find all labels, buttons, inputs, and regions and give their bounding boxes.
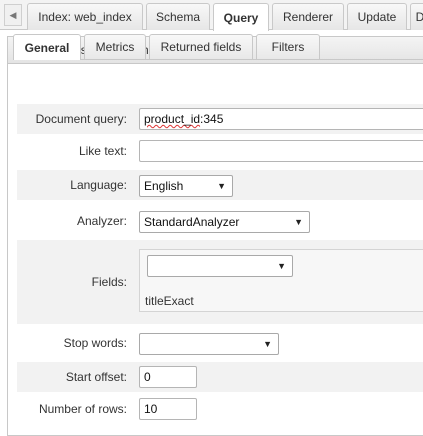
tab-query[interactable]: Query xyxy=(213,3,269,31)
language-value: English xyxy=(144,179,184,193)
tab-truncated[interactable]: D xyxy=(410,3,423,30)
language-row: Language: English ▼ xyxy=(17,170,423,200)
start-offset-row: Start offset: 0 xyxy=(17,362,423,392)
chevron-down-icon: ▼ xyxy=(277,261,286,271)
fields-label: Fields: xyxy=(91,275,127,289)
tab-filters[interactable]: Filters xyxy=(256,34,320,59)
tab-general[interactable]: General xyxy=(13,34,81,60)
number-of-rows-row: Number of rows: 10 xyxy=(17,394,423,424)
stop-words-label: Stop words: xyxy=(63,336,127,350)
number-of-rows-label: Number of rows: xyxy=(38,402,127,416)
document-query-value-underlined: product_id xyxy=(144,112,201,126)
like-text-label: Like text: xyxy=(78,144,127,158)
like-text-row: Like text: xyxy=(17,136,423,166)
chevron-down-icon: ▼ xyxy=(217,181,226,191)
document-query-label: Document query: xyxy=(35,112,127,126)
stop-words-select[interactable]: ▼ xyxy=(139,333,279,355)
stop-words-row: Stop words: ▼ xyxy=(17,328,423,358)
tab-update[interactable]: Update xyxy=(347,3,407,30)
like-text-input[interactable] xyxy=(139,140,423,162)
document-query-row: Document query: product_id:345 xyxy=(17,104,423,134)
tab-index-web-index[interactable]: Index: web_index xyxy=(27,3,143,30)
language-select[interactable]: English ▼ xyxy=(139,175,233,197)
document-query-value-rest: :345 xyxy=(200,112,224,126)
field-item-title-exact[interactable]: titleExact xyxy=(145,294,194,308)
start-offset-input[interactable]: 0 xyxy=(139,366,197,388)
analyzer-value: StandardAnalyzer xyxy=(144,215,240,229)
document-query-input[interactable]: product_id:345 xyxy=(139,108,423,130)
fields-select[interactable]: ▼ xyxy=(147,255,293,277)
fields-row: Fields: ▼ titleExact xyxy=(17,240,423,324)
number-of-rows-input[interactable]: 10 xyxy=(139,398,197,420)
start-offset-label: Start offset: xyxy=(65,370,127,384)
top-tab-bar: ◀ Index: web_index Schema Query Renderer… xyxy=(0,0,423,31)
language-label: Language: xyxy=(70,178,127,192)
analyzer-select[interactable]: StandardAnalyzer ▼ xyxy=(139,211,310,233)
tab-metrics[interactable]: Metrics xyxy=(84,34,146,59)
tab-returned-fields[interactable]: Returned fields xyxy=(149,34,253,59)
tab-renderer[interactable]: Renderer xyxy=(272,3,344,30)
tab-schema[interactable]: Schema xyxy=(146,3,210,30)
analyzer-label: Analyzer: xyxy=(76,214,127,228)
analyzer-row: Analyzer: StandardAnalyzer ▼ xyxy=(17,205,423,237)
chevron-down-icon: ▼ xyxy=(294,217,303,227)
inner-tab-bar: General Metrics Returned fields Filters xyxy=(13,34,423,60)
chevron-down-icon: ▼ xyxy=(263,339,272,349)
tab-scroll-left-icon[interactable]: ◀ xyxy=(4,4,22,26)
